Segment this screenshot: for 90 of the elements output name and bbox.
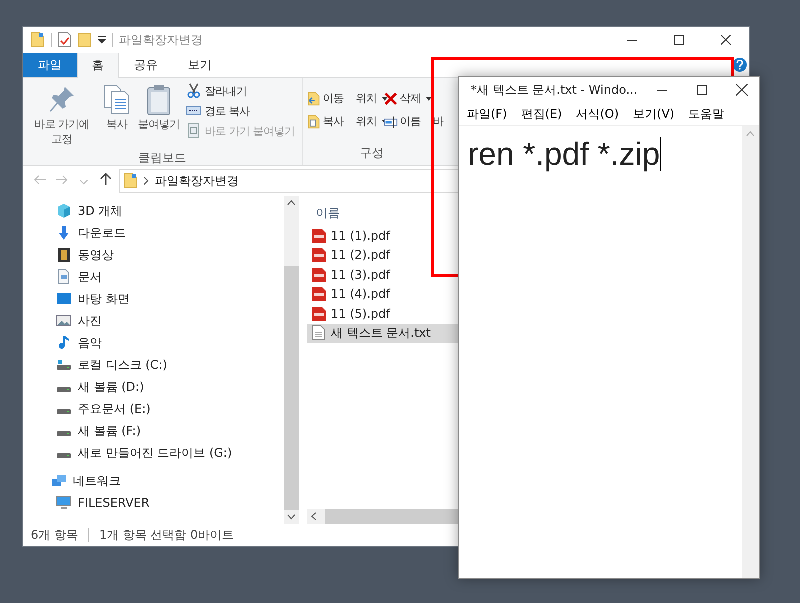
- network-icon: [51, 473, 67, 489]
- pdf-file-icon: [312, 247, 326, 264]
- pdf-file-icon: [312, 266, 326, 283]
- nav-item[interactable]: 새 볼륨 (D:): [51, 376, 284, 398]
- file-row[interactable]: 새 텍스트 문서.txt: [307, 324, 459, 343]
- download-arrow-icon: [56, 225, 72, 241]
- properties-check-icon[interactable]: [58, 32, 72, 48]
- nav-item[interactable]: 사진: [51, 310, 284, 332]
- chevron-icon: [144, 177, 149, 185]
- drive-icon: [56, 386, 72, 392]
- text-cursor: [660, 137, 662, 171]
- folder-arrow-icon: [307, 92, 321, 106]
- drive-icon: [56, 430, 72, 436]
- ribbon-button[interactable]: 복사: [101, 82, 133, 150]
- vertical-scrollbar[interactable]: [742, 126, 759, 578]
- image-icon: [56, 313, 72, 329]
- text-file-icon: [312, 325, 326, 342]
- group-label: 클립보드: [138, 150, 188, 167]
- nav-item[interactable]: 새로 만들어진 드라이브 (G:): [51, 442, 284, 464]
- nav-item[interactable]: 새 볼륨 (F:): [51, 420, 284, 442]
- help-icon[interactable]: [733, 58, 747, 72]
- menu-item[interactable]: 편집(E): [519, 106, 564, 122]
- column-header[interactable]: 이름: [307, 200, 340, 226]
- nav-item[interactable]: 주요문서 (E:): [51, 398, 284, 420]
- close-icon: [736, 84, 748, 96]
- menu-item[interactable]: 도움말: [686, 106, 727, 122]
- close-icon: [720, 35, 730, 45]
- nav-item[interactable]: FILESERVER: [51, 492, 284, 514]
- ribbon-tab[interactable]: 파일: [23, 53, 77, 77]
- scroll-left-icon[interactable]: [311, 512, 317, 521]
- ribbon-button[interactable]: 붙여넣기: [137, 82, 181, 150]
- caret-icon: [382, 96, 388, 100]
- pdf-file-icon: [312, 306, 326, 322]
- nav-item[interactable]: 3D 개체: [51, 200, 284, 222]
- dropdown-caret-icon[interactable]: [98, 36, 106, 44]
- nav-item[interactable]: 음악: [51, 332, 284, 354]
- folder-icon: [124, 173, 138, 189]
- caret-icon: [426, 96, 432, 100]
- file-row[interactable]: 11 (1).pdf: [307, 226, 394, 246]
- scroll-down-icon[interactable]: [287, 514, 296, 520]
- pdf-file-icon: [312, 286, 326, 302]
- ribbon-button[interactable]: 바로 가기에 고정: [27, 82, 97, 150]
- copy-icon: [102, 84, 132, 116]
- nav-item[interactable]: 로컬 디스크 (C:): [51, 354, 284, 376]
- menu-item[interactable]: 보기(V): [631, 106, 677, 122]
- document-icon: [56, 269, 72, 285]
- status-text: 1개 항목 선택함 0바이트: [99, 526, 234, 544]
- computer-icon: [56, 495, 72, 511]
- maximize-icon: [696, 85, 707, 95]
- scroll-up-icon[interactable]: [287, 200, 296, 206]
- cube-icon: [56, 203, 72, 219]
- nav-item[interactable]: 문서: [51, 266, 284, 288]
- nav-item[interactable]: 동영상: [51, 244, 284, 266]
- scissors-icon: [186, 83, 202, 99]
- monitor-icon: [56, 291, 72, 307]
- file-row[interactable]: 11 (2).pdf: [307, 246, 394, 265]
- drive-icon: [56, 452, 72, 458]
- rename-icon: [384, 114, 398, 128]
- address-path: 파일확장자변경: [155, 172, 239, 190]
- ribbon-tab[interactable]: 보기: [173, 53, 227, 77]
- menu-item[interactable]: 서식(O): [574, 106, 622, 122]
- menu-item[interactable]: 파일(F): [465, 106, 510, 122]
- drive-icon: [56, 408, 72, 414]
- window-title: 파일확장자변경: [119, 32, 203, 48]
- shortcut-paste-icon: [186, 123, 202, 139]
- vertical-scrollbar[interactable]: [284, 196, 299, 524]
- file-row[interactable]: 11 (4).pdf: [307, 284, 394, 304]
- nav-item[interactable]: 다운로드: [51, 222, 284, 244]
- folder-icon[interactable]: [31, 32, 45, 48]
- delete-x-icon: [384, 92, 398, 106]
- pdf-file-icon: [312, 228, 326, 244]
- ribbon-button[interactable]: 이동 위치: [307, 90, 388, 107]
- film-icon: [56, 247, 72, 263]
- ribbon-button[interactable]: 잘라내기: [185, 82, 296, 100]
- nav-item[interactable]: 네트워크: [51, 470, 284, 492]
- file-row[interactable]: 11 (5).pdf: [307, 304, 394, 324]
- folder-copy-icon: [307, 114, 321, 128]
- drive-icon: [56, 360, 72, 370]
- group-label: 구성: [359, 145, 385, 162]
- ribbon-tab[interactable]: 홈: [77, 53, 119, 78]
- file-row[interactable]: 11 (3).pdf: [307, 265, 394, 284]
- ribbon-button[interactable]: 삭제: [384, 90, 432, 107]
- ribbon-button[interactable]: 경로 복사: [185, 102, 296, 120]
- status-text: 6개 항목: [31, 526, 78, 544]
- window-title: *새 텍스트 문서.txt - Windo...: [471, 82, 638, 98]
- music-note-icon: [56, 335, 72, 351]
- horizontal-scrollbar[interactable]: [307, 509, 459, 524]
- nav-item[interactable]: 바탕 화면: [51, 288, 284, 310]
- ribbon-tab[interactable]: 공유: [119, 53, 173, 77]
- maximize-icon: [674, 35, 684, 45]
